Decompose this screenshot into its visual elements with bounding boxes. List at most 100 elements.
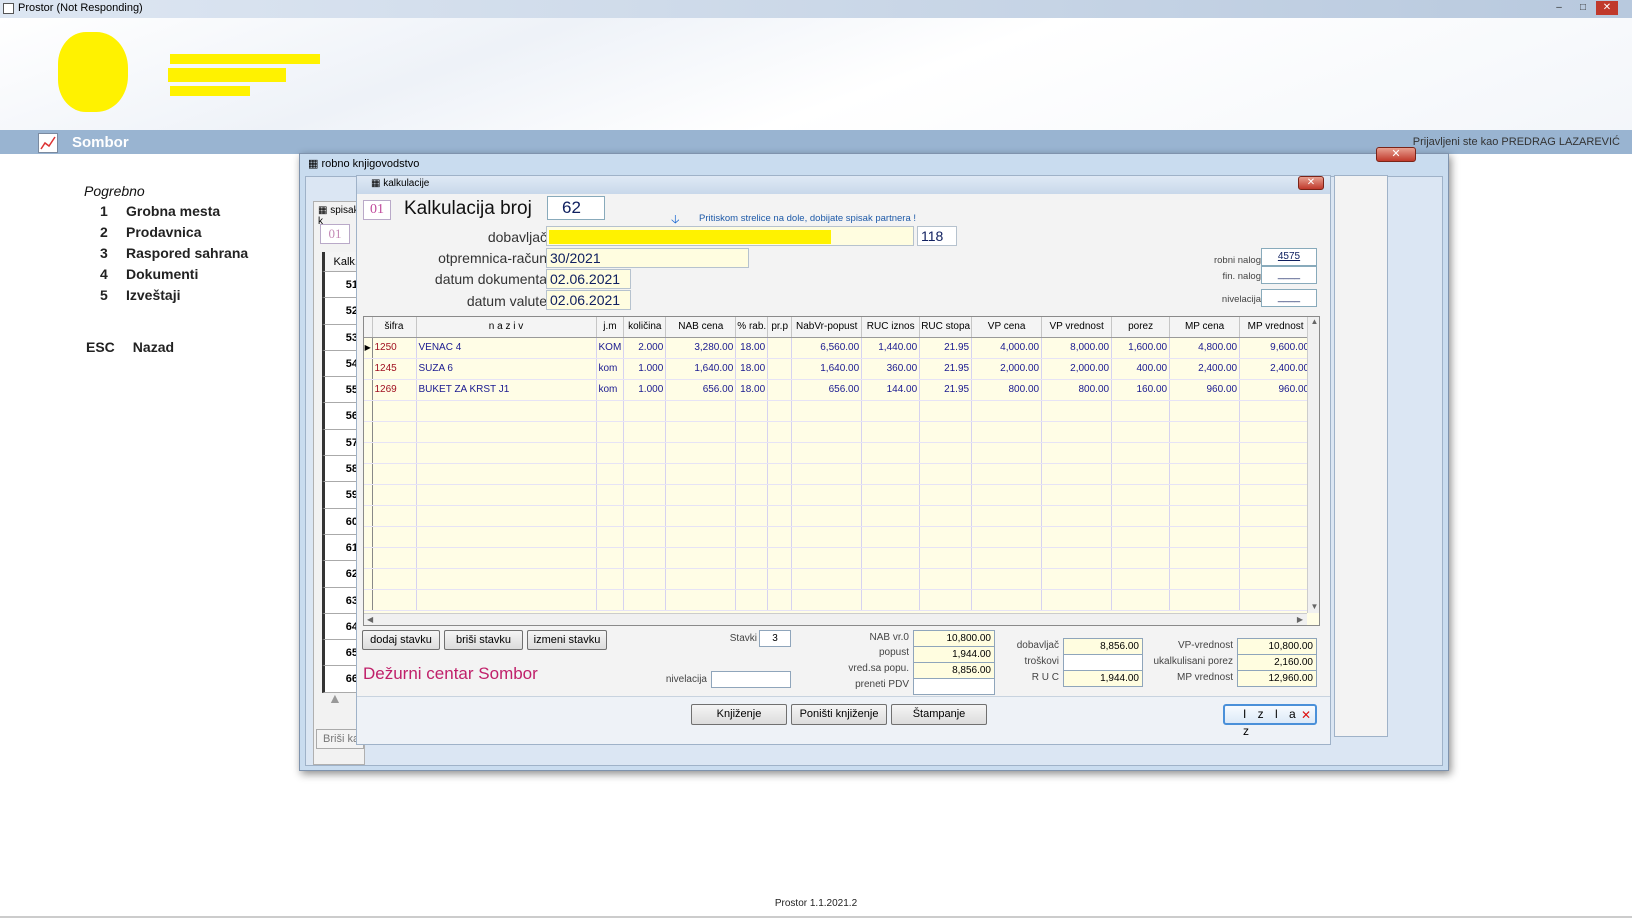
menu-item-raspored-sahrana[interactable]: 3 Raspored sahrana [84, 245, 248, 266]
column-header[interactable]: pr.p [767, 317, 793, 338]
table-row[interactable] [364, 442, 1313, 464]
dobavljac-code-field[interactable]: 118 [917, 226, 957, 246]
table-cell[interactable] [791, 400, 863, 422]
table-cell[interactable] [919, 400, 973, 422]
table-cell[interactable]: 1,640.00 [665, 358, 737, 380]
table-cell[interactable] [1041, 400, 1113, 422]
table-cell[interactable] [665, 547, 737, 569]
scroll-right-arrow-icon[interactable]: ▶ [1297, 615, 1303, 624]
table-cell[interactable] [971, 547, 1043, 569]
column-header[interactable]: NabVr-popust [791, 317, 863, 338]
table-row[interactable] [364, 568, 1313, 590]
table-cell[interactable] [1239, 400, 1313, 422]
table-cell[interactable]: 1.000 [623, 379, 667, 401]
nivelacija-field[interactable] [711, 671, 791, 688]
table-cell[interactable] [596, 442, 625, 464]
table-cell[interactable] [623, 568, 667, 590]
table-cell[interactable] [665, 568, 737, 590]
table-cell[interactable] [767, 337, 793, 359]
grid-vertical-scrollbar[interactable]: ▲ ▼ [1307, 317, 1319, 613]
table-cell[interactable] [735, 442, 769, 464]
column-header[interactable]: % rab. [735, 317, 769, 338]
table-cell[interactable] [623, 421, 667, 443]
table-cell[interactable]: VENAC 4 [416, 337, 597, 359]
table-cell[interactable] [919, 442, 973, 464]
column-header[interactable]: NAB cena [665, 317, 737, 338]
table-cell[interactable] [623, 505, 667, 527]
table-cell[interactable] [971, 463, 1043, 485]
table-cell[interactable] [919, 547, 973, 569]
table-cell[interactable] [767, 505, 793, 527]
table-cell[interactable] [767, 526, 793, 548]
table-row[interactable]: 1269 BUKET ZA KRST J1 kom 1.000 656.00 18.00 6… [364, 379, 1313, 401]
table-cell[interactable] [735, 526, 769, 548]
table-cell[interactable] [919, 505, 973, 527]
column-header[interactable]: RUC stopa [919, 317, 973, 338]
table-cell[interactable]: 6,560.00 [791, 337, 863, 359]
table-cell[interactable] [1041, 421, 1113, 443]
table-cell[interactable]: 2,000.00 [1041, 358, 1113, 380]
table-cell[interactable] [767, 589, 793, 611]
table-cell[interactable] [1041, 526, 1113, 548]
table-cell[interactable] [1239, 484, 1313, 506]
add-item-button[interactable]: dodaj stavku [362, 630, 440, 650]
close-window-button[interactable]: ✕ [1596, 1, 1618, 15]
table-cell[interactable] [919, 589, 973, 611]
table-cell[interactable]: 1.000 [623, 358, 667, 380]
table-cell[interactable] [416, 463, 597, 485]
table-cell[interactable]: 1250 [372, 337, 417, 359]
table-cell[interactable] [767, 463, 793, 485]
table-cell[interactable] [1169, 505, 1241, 527]
table-cell[interactable]: 4,800.00 [1169, 337, 1241, 359]
table-cell[interactable]: 400.00 [1111, 358, 1171, 380]
table-cell[interactable] [919, 526, 973, 548]
menu-item-prodavnica[interactable]: 2 Prodavnica [84, 224, 248, 245]
table-cell[interactable]: 1,600.00 [1111, 337, 1171, 359]
fin-nalog-field[interactable]: ____ [1261, 266, 1317, 284]
table-cell[interactable] [665, 526, 737, 548]
table-cell[interactable] [1041, 547, 1113, 569]
column-header[interactable]: količina [623, 317, 667, 338]
table-cell[interactable] [767, 547, 793, 569]
knjizenje-button[interactable]: Knjiženje [691, 704, 787, 725]
table-cell[interactable] [416, 568, 597, 590]
table-cell[interactable]: 360.00 [861, 358, 921, 380]
table-cell[interactable]: 2,400.00 [1169, 358, 1241, 380]
table-cell[interactable] [416, 547, 597, 569]
table-cell[interactable] [596, 547, 625, 569]
table-cell[interactable]: 2.000 [623, 337, 667, 359]
column-header[interactable]: VP cena [971, 317, 1043, 338]
table-row[interactable]: ▶ 1250 VENAC 4 KOM 2.000 3,280.00 18.00 6,560.0… [364, 337, 1313, 359]
table-cell[interactable] [767, 484, 793, 506]
table-cell[interactable] [791, 589, 863, 611]
table-cell[interactable]: kom [596, 379, 625, 401]
table-cell[interactable] [596, 589, 625, 611]
table-cell[interactable] [861, 400, 921, 422]
column-header[interactable]: MP vrednost [1239, 317, 1313, 338]
table-cell[interactable] [1169, 484, 1241, 506]
table-cell[interactable] [1041, 442, 1113, 464]
table-cell[interactable] [767, 421, 793, 443]
table-cell[interactable] [665, 505, 737, 527]
table-cell[interactable] [919, 421, 973, 443]
table-cell[interactable] [1239, 463, 1313, 485]
table-cell[interactable] [971, 589, 1043, 611]
table-cell[interactable] [416, 526, 597, 548]
table-cell[interactable]: 21.95 [919, 358, 973, 380]
table-cell[interactable] [1239, 526, 1313, 548]
table-cell[interactable] [1111, 463, 1171, 485]
table-cell[interactable] [1169, 568, 1241, 590]
table-cell[interactable]: 21.95 [919, 379, 973, 401]
table-cell[interactable]: 21.95 [919, 337, 973, 359]
table-cell[interactable] [735, 568, 769, 590]
table-cell[interactable] [1169, 589, 1241, 611]
table-cell[interactable]: 960.00 [1169, 379, 1241, 401]
table-cell[interactable] [861, 442, 921, 464]
dobavljac-field[interactable] [546, 226, 914, 246]
kalk-number[interactable]: 62 [547, 196, 605, 220]
table-cell[interactable] [767, 568, 793, 590]
table-cell[interactable] [1239, 568, 1313, 590]
ponisti-knjizenje-button[interactable]: Poništi knjiženje [791, 704, 887, 725]
table-cell[interactable] [861, 547, 921, 569]
kalk-close-button[interactable]: ✕ [1298, 176, 1324, 190]
